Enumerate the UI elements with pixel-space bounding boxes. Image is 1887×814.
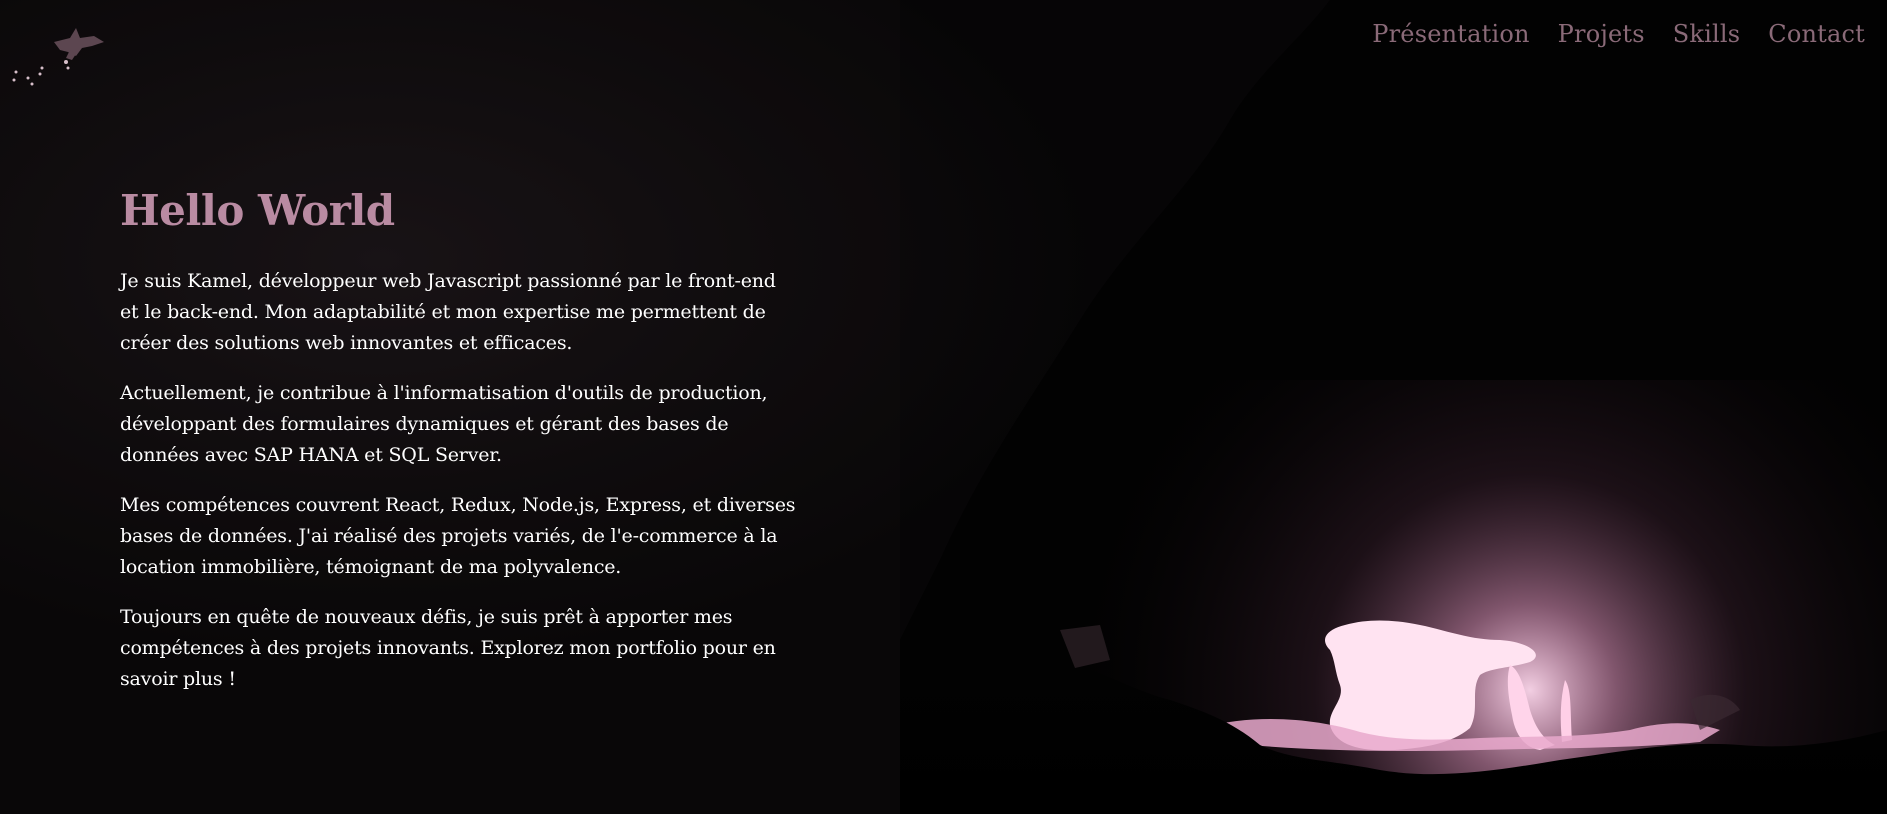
intro-paragraph: Je suis Kamel, développeur web Javascrip…	[120, 270, 776, 354]
page-title: Hello World	[120, 186, 395, 235]
current-work-paragraph: Actuellement, je contribue à l'informati…	[120, 382, 768, 466]
skills-paragraph: Mes compétences couvrent React, Redux, N…	[120, 494, 796, 578]
nav-item-presentation[interactable]: Présentation	[1372, 16, 1529, 52]
main-nav: Présentation Projets Skills Contact	[1372, 16, 1865, 52]
nav-item-contact[interactable]: Contact	[1768, 16, 1865, 52]
logo-witch-icon[interactable]	[10, 20, 110, 100]
nav-item-skills[interactable]: Skills	[1673, 16, 1741, 52]
closing-paragraph: Toujours en quête de nouveaux défis, je …	[120, 606, 776, 690]
nav-item-projets[interactable]: Projets	[1558, 16, 1645, 52]
hero-section: Hello World Je suis Kamel, développeur w…	[120, 182, 800, 714]
